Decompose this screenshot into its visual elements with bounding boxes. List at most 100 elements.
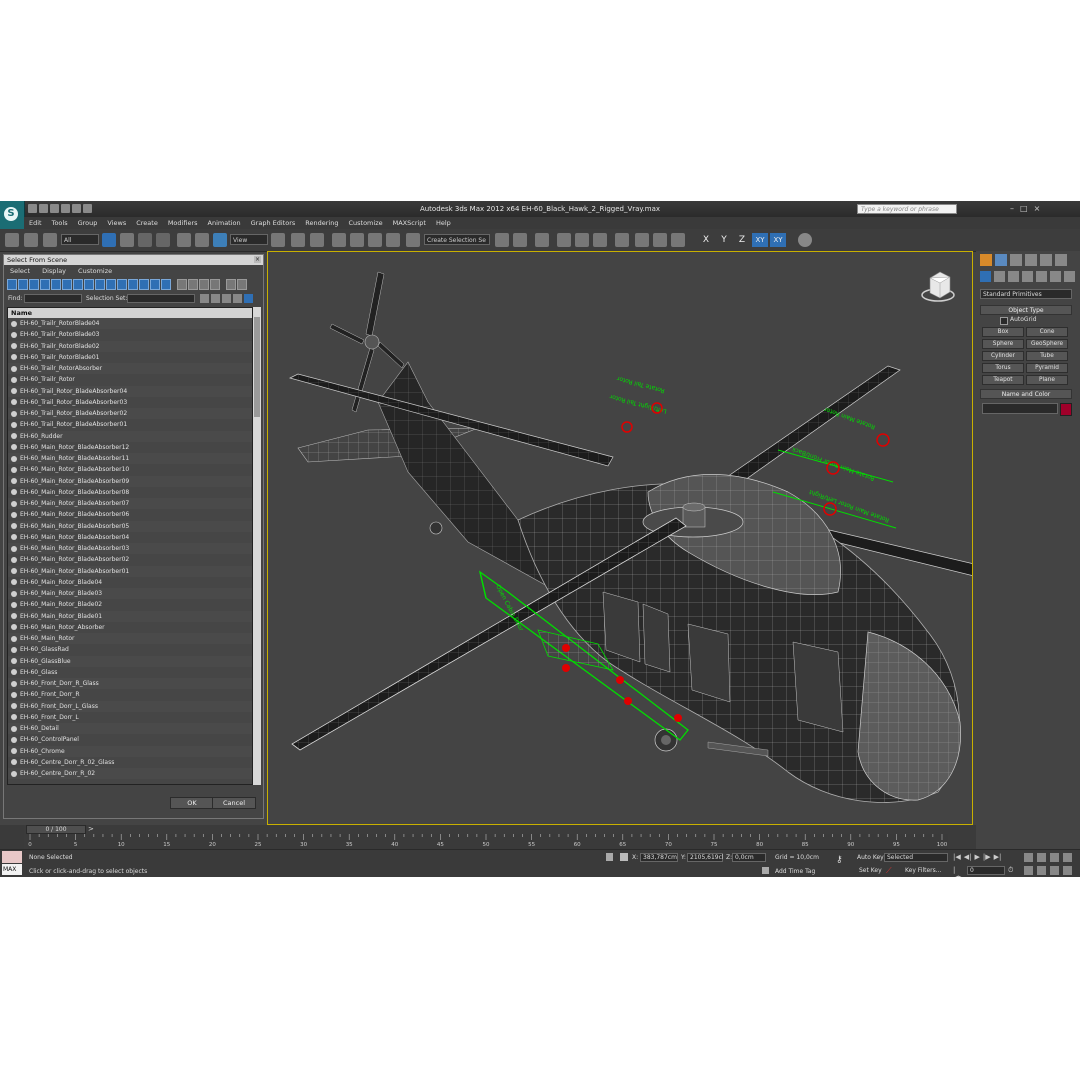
save-icon[interactable]: [50, 204, 59, 213]
rotate-icon[interactable]: [195, 233, 209, 247]
schematic-view-icon[interactable]: [593, 233, 607, 247]
project-folder-icon[interactable]: [83, 204, 92, 213]
dropdown-arrow-icon[interactable]: [244, 294, 253, 303]
current-frame-input[interactable]: 0: [967, 866, 1005, 875]
dialog-close-icon[interactable]: ×: [254, 256, 261, 263]
list-item[interactable]: EH-60_Rudder: [8, 430, 252, 442]
dialog-menu-display[interactable]: Display: [36, 266, 72, 277]
maximize-viewport-icon[interactable]: [1063, 866, 1072, 875]
utilities-tab-icon[interactable]: [1055, 254, 1067, 266]
timeline-ruler[interactable]: 0 5 10 15 20 25 30 35 40 45 50 55 60 65 70 75 80 85 90 95 10…: [0, 834, 976, 849]
select-manipulate-icon[interactable]: [291, 233, 305, 247]
plane-button[interactable]: Plane: [1026, 375, 1068, 385]
zoom-extents-icon[interactable]: [1050, 853, 1059, 862]
find-input[interactable]: [24, 294, 82, 303]
rendered-frame-window-icon[interactable]: [653, 233, 667, 247]
pivot-center-icon[interactable]: [271, 233, 285, 247]
restrict-plane-cycle-button[interactable]: XY: [770, 233, 786, 247]
list-item[interactable]: EH-60_Main_Rotor_Blade04: [8, 577, 252, 588]
set-key-mode-icon[interactable]: ⚷: [836, 856, 850, 865]
filter-icon[interactable]: [226, 279, 236, 290]
box-button[interactable]: Box: [982, 327, 1024, 337]
zoom-extents-all-icon[interactable]: [1063, 853, 1072, 862]
systems-icon[interactable]: [1064, 271, 1075, 282]
teapot-button[interactable]: Teapot: [982, 375, 1024, 385]
cylinder-button[interactable]: Cylinder: [982, 351, 1024, 361]
select-by-name-icon[interactable]: [120, 233, 134, 247]
reference-coord-select[interactable]: View: [230, 234, 268, 245]
list-item[interactable]: EH-60_Trailr_RotorAbsorber: [8, 363, 252, 375]
move-icon[interactable]: [177, 233, 191, 247]
rectangular-selection-icon[interactable]: [138, 233, 152, 247]
graphite-ribbon-icon[interactable]: [557, 233, 571, 247]
list-item[interactable]: EH-60_Main_Rotor_BladeAbsorber07: [8, 498, 252, 510]
render-setup-icon[interactable]: [635, 233, 649, 247]
display-containers-icon[interactable]: [106, 279, 116, 290]
menu-modifiers[interactable]: Modifiers: [163, 217, 203, 229]
selection-set-select[interactable]: [127, 294, 195, 303]
list-item[interactable]: EH-60_Trailr_Rotor: [8, 374, 252, 385]
auto-key-button[interactable]: Auto Key: [857, 853, 884, 862]
prev-frame-icon[interactable]: ◀|: [964, 853, 972, 861]
list-item[interactable]: EH-60_Main_Rotor_BladeAbsorber03: [8, 543, 252, 555]
shapes-icon[interactable]: [994, 271, 1005, 282]
time-config-icon[interactable]: ⏱: [1008, 866, 1018, 875]
selection-filter-select[interactable]: All: [61, 234, 99, 245]
time-slider-next-arrow[interactable]: >: [88, 825, 96, 834]
keyboard-shortcut-icon[interactable]: [310, 233, 324, 247]
list-item[interactable]: EH-60_Main_Rotor_BladeAbsorber10: [8, 464, 252, 475]
list-item[interactable]: EH-60_Main_Rotor_Blade01: [8, 610, 252, 622]
material-editor-icon[interactable]: [615, 233, 629, 247]
list-item[interactable]: EH-60_Main_Rotor_BladeAbsorber09: [8, 475, 252, 487]
list-item[interactable]: EH-60_Main_Rotor_BladeAbsorber02: [8, 554, 252, 565]
select-all-icon[interactable]: [188, 279, 198, 290]
list-item[interactable]: EH-60_Front_Dorr_R_Glass: [8, 678, 252, 690]
list-item[interactable]: EH-60_Chrome: [8, 745, 252, 757]
menu-graph-editors[interactable]: Graph Editors: [246, 217, 301, 229]
list-item[interactable]: EH-60_Main_Rotor_BladeAbsorber05: [8, 520, 252, 532]
z-coord-input[interactable]: 0,0cm: [732, 853, 766, 862]
modify-tab-icon[interactable]: [995, 254, 1007, 266]
autogrid-checkbox[interactable]: [1000, 317, 1008, 325]
next-frame-icon[interactable]: |▶: [983, 853, 991, 861]
list-item[interactable]: EH-60_Trailr_RotorBlade02: [8, 340, 252, 352]
name-column-header[interactable]: Name: [8, 308, 252, 318]
sort-icon[interactable]: [177, 279, 187, 290]
align-icon[interactable]: [513, 233, 527, 247]
display-groups-icon[interactable]: [73, 279, 83, 290]
edit-named-selection-icon[interactable]: [406, 233, 420, 247]
list-item[interactable]: EH-60_Trail_Rotor_BladeAbsorber03: [8, 397, 252, 408]
cone-button[interactable]: Cone: [1026, 327, 1068, 337]
selection-lock-icon[interactable]: [606, 853, 613, 861]
time-slider[interactable]: 0 / 100: [26, 825, 86, 834]
angle-snap-icon[interactable]: [350, 233, 364, 247]
list-item[interactable]: EH-60_Glass: [8, 667, 252, 678]
filter-options-icon[interactable]: [237, 279, 247, 290]
name-and-color-rollout[interactable]: Name and Color: [980, 389, 1072, 399]
list-item[interactable]: EH-60_Front_Dorr_L: [8, 712, 252, 723]
time-tag-icon[interactable]: [762, 867, 769, 874]
display-xrefs-icon[interactable]: [84, 279, 94, 290]
tube-button[interactable]: Tube: [1026, 351, 1068, 361]
menu-create[interactable]: Create: [131, 217, 163, 229]
highlight-icon[interactable]: [233, 294, 242, 303]
select-invert-icon[interactable]: [210, 279, 220, 290]
menu-maxscript[interactable]: MAXScript: [388, 217, 431, 229]
display-hidden-icon[interactable]: [128, 279, 138, 290]
window-crossing-icon[interactable]: [156, 233, 170, 247]
object-name-input[interactable]: [982, 403, 1058, 414]
display-none-icon[interactable]: [150, 279, 160, 290]
absolute-mode-icon[interactable]: [620, 853, 628, 861]
helpers-icon[interactable]: [1036, 271, 1047, 282]
layer-manager-icon[interactable]: [535, 233, 549, 247]
list-item[interactable]: EH-60_Trailr_RotorBlade01: [8, 352, 252, 363]
dialog-menu-select[interactable]: Select: [4, 266, 36, 277]
primitive-type-select[interactable]: Standard Primitives: [980, 289, 1072, 299]
menu-customize[interactable]: Customize: [343, 217, 387, 229]
list-item[interactable]: EH-60_Trail_Rotor_BladeAbsorber01: [8, 419, 252, 430]
list-item[interactable]: EH-60_Main_Rotor_BladeAbsorber04: [8, 532, 252, 543]
undo-icon[interactable]: [61, 204, 70, 213]
list-item[interactable]: EH-60_Trailr_RotorBlade04: [8, 318, 252, 330]
named-selection-set-select[interactable]: Create Selection Se: [424, 234, 490, 245]
torus-button[interactable]: Torus: [982, 363, 1024, 373]
